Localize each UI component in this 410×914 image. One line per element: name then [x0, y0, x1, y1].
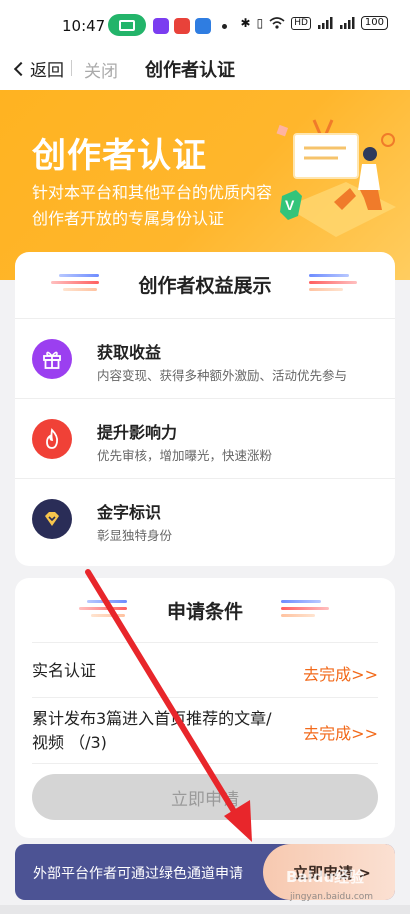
complete-link[interactable]: 去完成>>: [303, 720, 378, 744]
svg-text:V: V: [285, 197, 295, 213]
left-decoration: [51, 274, 101, 294]
hero-title: 创作者认证: [32, 136, 207, 176]
right-decoration: [281, 600, 331, 620]
creator-illustration-icon: V: [276, 119, 396, 237]
flame-icon: [32, 419, 72, 459]
app-notification-icon: [174, 18, 190, 34]
complete-link[interactable]: 去完成>>: [303, 661, 378, 685]
battery-icon: 100: [360, 16, 388, 30]
status-bar: 10:47 ✱ ▯ HD 100: [0, 0, 410, 46]
benefit-title: 获取收益: [97, 343, 162, 362]
wifi-icon: [269, 17, 285, 29]
gift-icon: [32, 339, 72, 379]
benefits-card: 创作者权益展示 获取收益 内容变现、获得多种额外激励、活动优先参与 提升影响力 …: [15, 252, 395, 566]
bluetooth-icon: ✱: [240, 16, 251, 30]
banner-text: 外部平台作者可通过绿色通道申请: [33, 866, 243, 882]
vibrate-icon: ▯: [256, 16, 264, 30]
signal-icon: [339, 17, 355, 29]
page-title: 创作者认证: [145, 60, 235, 81]
hd-icon: HD: [291, 16, 311, 30]
benefits-title: 创作者权益展示: [138, 274, 272, 297]
benefit-desc: 内容变现、获得多种额外激励、活动优先参与: [97, 368, 348, 383]
back-label: 返回: [30, 61, 64, 81]
alipay-icon: [195, 18, 211, 34]
benefit-desc: 优先审核，增加曝光，快速涨粉: [97, 448, 273, 463]
close-button[interactable]: 关闭: [84, 57, 118, 82]
condition-label: 累计发布3篇进入首页推荐的文章/视频 （/3): [32, 709, 272, 752]
status-icons: ✱ ▯ HD 100: [241, 16, 388, 30]
status-time: 10:47: [62, 17, 106, 35]
right-decoration: [309, 274, 359, 294]
benefit-title: 提升影响力: [97, 423, 178, 442]
chevron-left-icon: [13, 61, 29, 76]
diamond-icon: [32, 499, 72, 539]
bottom-strip: [0, 905, 410, 914]
signal-icon: [317, 17, 333, 29]
benefit-title: 金字标识: [97, 503, 162, 522]
nav-bar: 返回 关闭 创作者认证: [0, 46, 410, 90]
watermark-url: jingyan.baidu.com: [290, 892, 374, 902]
more-notifications-dot: [222, 24, 227, 29]
condition-row: 实名认证 去完成>>: [32, 642, 378, 698]
nav-divider: [71, 60, 72, 76]
benefit-item: 获取收益 内容变现、获得多种额外激励、活动优先参与: [15, 318, 395, 398]
benefit-desc: 彰显独特身份: [97, 528, 173, 543]
conditions-title: 申请条件: [166, 600, 243, 623]
condition-label: 实名认证: [32, 661, 97, 680]
benefit-item: 金字标识 彰显独特身份: [15, 478, 395, 558]
screen-cast-icon: [108, 14, 146, 36]
conditions-card: 申请条件 实名认证 去完成>> 累计发布3篇进入首页推荐的文章/视频 （/3) …: [15, 578, 395, 838]
app-notification-icon: [153, 18, 169, 34]
condition-row: 累计发布3篇进入首页推荐的文章/视频 （/3) 去完成>>: [32, 698, 378, 764]
hero-subtitle: 针对本平台和其他平台的优质内容创作者开放的专属身份认证: [32, 183, 273, 228]
back-button[interactable]: 返回: [12, 56, 64, 81]
left-decoration: [79, 600, 129, 620]
benefits-header: 创作者权益展示: [15, 252, 395, 316]
conditions-header: 申请条件: [15, 578, 395, 642]
benefit-item: 提升影响力 优先审核，增加曝光，快速涨粉: [15, 398, 395, 478]
apply-button[interactable]: 立即申请: [32, 774, 378, 820]
watermark-text: Baidu经验: [286, 868, 365, 886]
